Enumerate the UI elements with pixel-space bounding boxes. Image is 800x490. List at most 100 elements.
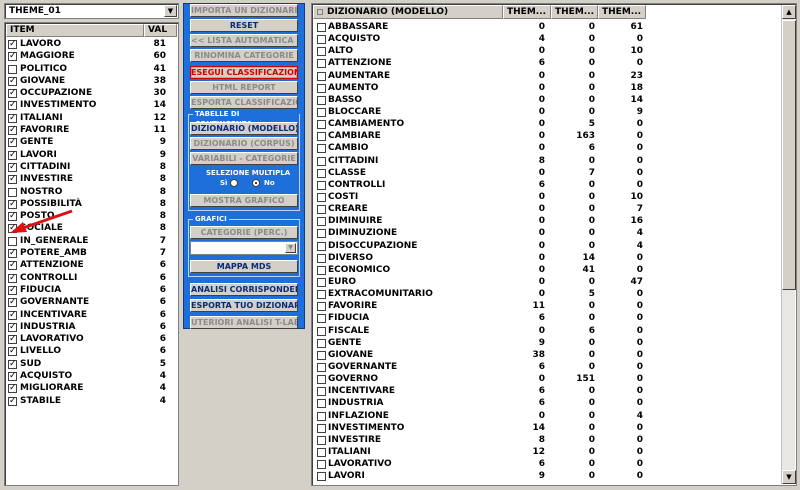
item-checkbox[interactable] [8, 247, 17, 259]
table-row[interactable]: CITTADINI 8 0 0 [313, 155, 783, 167]
list-item[interactable]: ATTENZIONE 6 [6, 259, 176, 271]
row-checkbox[interactable] [317, 180, 326, 190]
row-checkbox[interactable] [317, 290, 326, 300]
items-header-item[interactable]: ITEM [6, 24, 144, 37]
row-checkbox[interactable] [317, 423, 326, 433]
show-chart-button[interactable]: MOSTRA GRAFICO [190, 194, 298, 207]
item-checkbox[interactable] [8, 124, 17, 136]
table-row[interactable]: BASSO 0 0 14 [313, 94, 783, 106]
scroll-up-icon[interactable]: ▲ [782, 5, 796, 19]
list-item[interactable]: LAVORATIVO 6 [6, 333, 176, 345]
table-row[interactable]: CAMBIO 0 6 0 [313, 142, 783, 154]
table-row[interactable]: ALTO 0 0 10 [313, 45, 783, 57]
table-row[interactable]: FIDUCIA 6 0 0 [313, 312, 783, 324]
list-item[interactable]: LAVORI 9 [6, 149, 176, 161]
row-checkbox[interactable] [317, 83, 326, 93]
item-checkbox[interactable] [8, 50, 17, 62]
item-checkbox[interactable] [8, 259, 17, 271]
row-checkbox[interactable] [317, 253, 326, 263]
list-item[interactable]: LIVELLO 6 [6, 345, 176, 357]
export-classification-button[interactable]: ESPORTA CLASSIFICAZIONE [190, 96, 298, 109]
row-checkbox[interactable] [317, 120, 326, 130]
table-row[interactable]: INVESTIMENTO 14 0 0 [313, 422, 783, 434]
rename-categories-button[interactable]: RINOMINA CATEGORIE [190, 49, 298, 62]
table-row[interactable]: ATTENZIONE 6 0 0 [313, 57, 783, 69]
list-item[interactable]: CONTROLLI 6 [6, 272, 176, 284]
row-checkbox[interactable] [317, 71, 326, 81]
table-row[interactable]: DIMINUZIONE 0 0 4 [313, 227, 783, 239]
run-classification-button[interactable]: ESEGUI CLASSIFICAZIONE [190, 66, 298, 79]
item-checkbox[interactable] [8, 149, 17, 161]
list-item[interactable]: POLITICO 41 [6, 63, 176, 75]
table-row[interactable]: GENTE 9 0 0 [313, 337, 783, 349]
list-item[interactable]: INVESTIMENTO 14 [6, 99, 176, 111]
table-row[interactable]: INVESTIRE 8 0 0 [313, 434, 783, 446]
item-checkbox[interactable] [8, 187, 17, 197]
list-item[interactable]: FIDUCIA 6 [6, 284, 176, 296]
row-checkbox[interactable] [317, 302, 326, 312]
chevron-down-icon[interactable]: ▼ [285, 243, 296, 253]
list-item[interactable]: IN_GENERALE 7 [6, 235, 176, 247]
list-item[interactable]: MAGGIORE 60 [6, 50, 176, 62]
table-row[interactable]: CAMBIARE 0 163 0 [313, 130, 783, 142]
table-row[interactable]: EXTRACOMUNITARIO 0 5 0 [313, 288, 783, 300]
table-row[interactable]: CONTROLLI 6 0 0 [313, 179, 783, 191]
item-checkbox[interactable] [8, 38, 17, 50]
item-checkbox[interactable] [8, 309, 17, 321]
list-item[interactable]: STABILE 4 [6, 395, 176, 407]
row-checkbox[interactable] [317, 472, 326, 482]
row-checkbox[interactable] [317, 59, 326, 69]
table-row[interactable]: ITALIANI 12 0 0 [313, 446, 783, 458]
list-item[interactable]: INDUSTRIA 6 [6, 321, 176, 333]
item-checkbox[interactable] [8, 272, 17, 284]
item-checkbox[interactable] [8, 75, 17, 87]
row-checkbox[interactable] [317, 144, 326, 154]
row-checkbox[interactable] [317, 375, 326, 385]
row-checkbox[interactable] [317, 217, 326, 227]
list-item[interactable]: FAVORIRE 11 [6, 124, 176, 136]
row-checkbox[interactable] [317, 350, 326, 360]
further-analysis-button[interactable]: UTERIORI ANALISI T-LAB [190, 316, 298, 329]
items-list[interactable]: ITEM VAL LAVORO81MAGGIORE60POLITICO41GIO… [4, 22, 179, 486]
item-checkbox[interactable] [8, 284, 17, 296]
table-row[interactable]: CREARE 0 0 7 [313, 203, 783, 215]
html-report-button[interactable]: HTML REPORT [190, 81, 298, 94]
item-checkbox[interactable] [8, 236, 17, 246]
row-checkbox[interactable] [317, 95, 326, 105]
row-checkbox[interactable] [317, 156, 326, 166]
list-item[interactable]: GENTE 9 [6, 136, 176, 148]
export-dictionary-button[interactable]: ESPORTA TUO DIZIONARIO [190, 299, 298, 312]
reset-button[interactable]: RESET [190, 19, 298, 32]
dict-header-theme-2[interactable]: THEM... [551, 5, 598, 19]
scrollbar-thumb[interactable] [782, 20, 796, 290]
item-checkbox[interactable] [8, 382, 17, 394]
list-item[interactable]: GIOVANE 38 [6, 75, 176, 87]
table-row[interactable]: AUMENTARE 0 0 23 [313, 70, 783, 82]
item-checkbox[interactable] [8, 395, 17, 407]
list-item[interactable]: NOSTRO 8 [6, 186, 176, 198]
list-item[interactable]: ACQUISTO 4 [6, 370, 176, 382]
table-row[interactable]: ACQUISTO 4 0 0 [313, 33, 783, 45]
item-checkbox[interactable] [8, 64, 17, 74]
list-item[interactable]: LAVORO 81 [6, 38, 176, 50]
list-item[interactable]: SUD 5 [6, 358, 176, 370]
row-checkbox[interactable] [317, 265, 326, 275]
table-row[interactable]: GOVERNO 0 151 0 [313, 373, 783, 385]
row-checkbox[interactable] [317, 447, 326, 457]
correspondence-analysis-button[interactable]: ANALISI CORRISPONDENZE [190, 283, 298, 296]
scroll-down-icon[interactable]: ▼ [782, 470, 796, 484]
item-checkbox[interactable] [8, 345, 17, 357]
theme-dropdown[interactable]: THEME_01 ▼ [4, 3, 179, 19]
list-item[interactable]: INCENTIVARE 6 [6, 309, 176, 321]
list-item[interactable]: POTERE_AMB 7 [6, 247, 176, 259]
table-row[interactable]: INFLAZIONE 0 0 4 [313, 410, 783, 422]
categories-perc-button[interactable]: CATEGORIE (PERC.) [190, 226, 298, 239]
row-checkbox[interactable] [317, 460, 326, 470]
item-checkbox[interactable] [8, 370, 17, 382]
table-row[interactable]: CLASSE 0 7 0 [313, 167, 783, 179]
row-checkbox[interactable] [317, 229, 326, 239]
row-checkbox[interactable] [317, 35, 326, 45]
vertical-scrollbar[interactable]: ▲ ▼ [781, 5, 796, 484]
chevron-down-icon[interactable]: ▼ [164, 5, 177, 17]
item-checkbox[interactable] [8, 99, 17, 111]
